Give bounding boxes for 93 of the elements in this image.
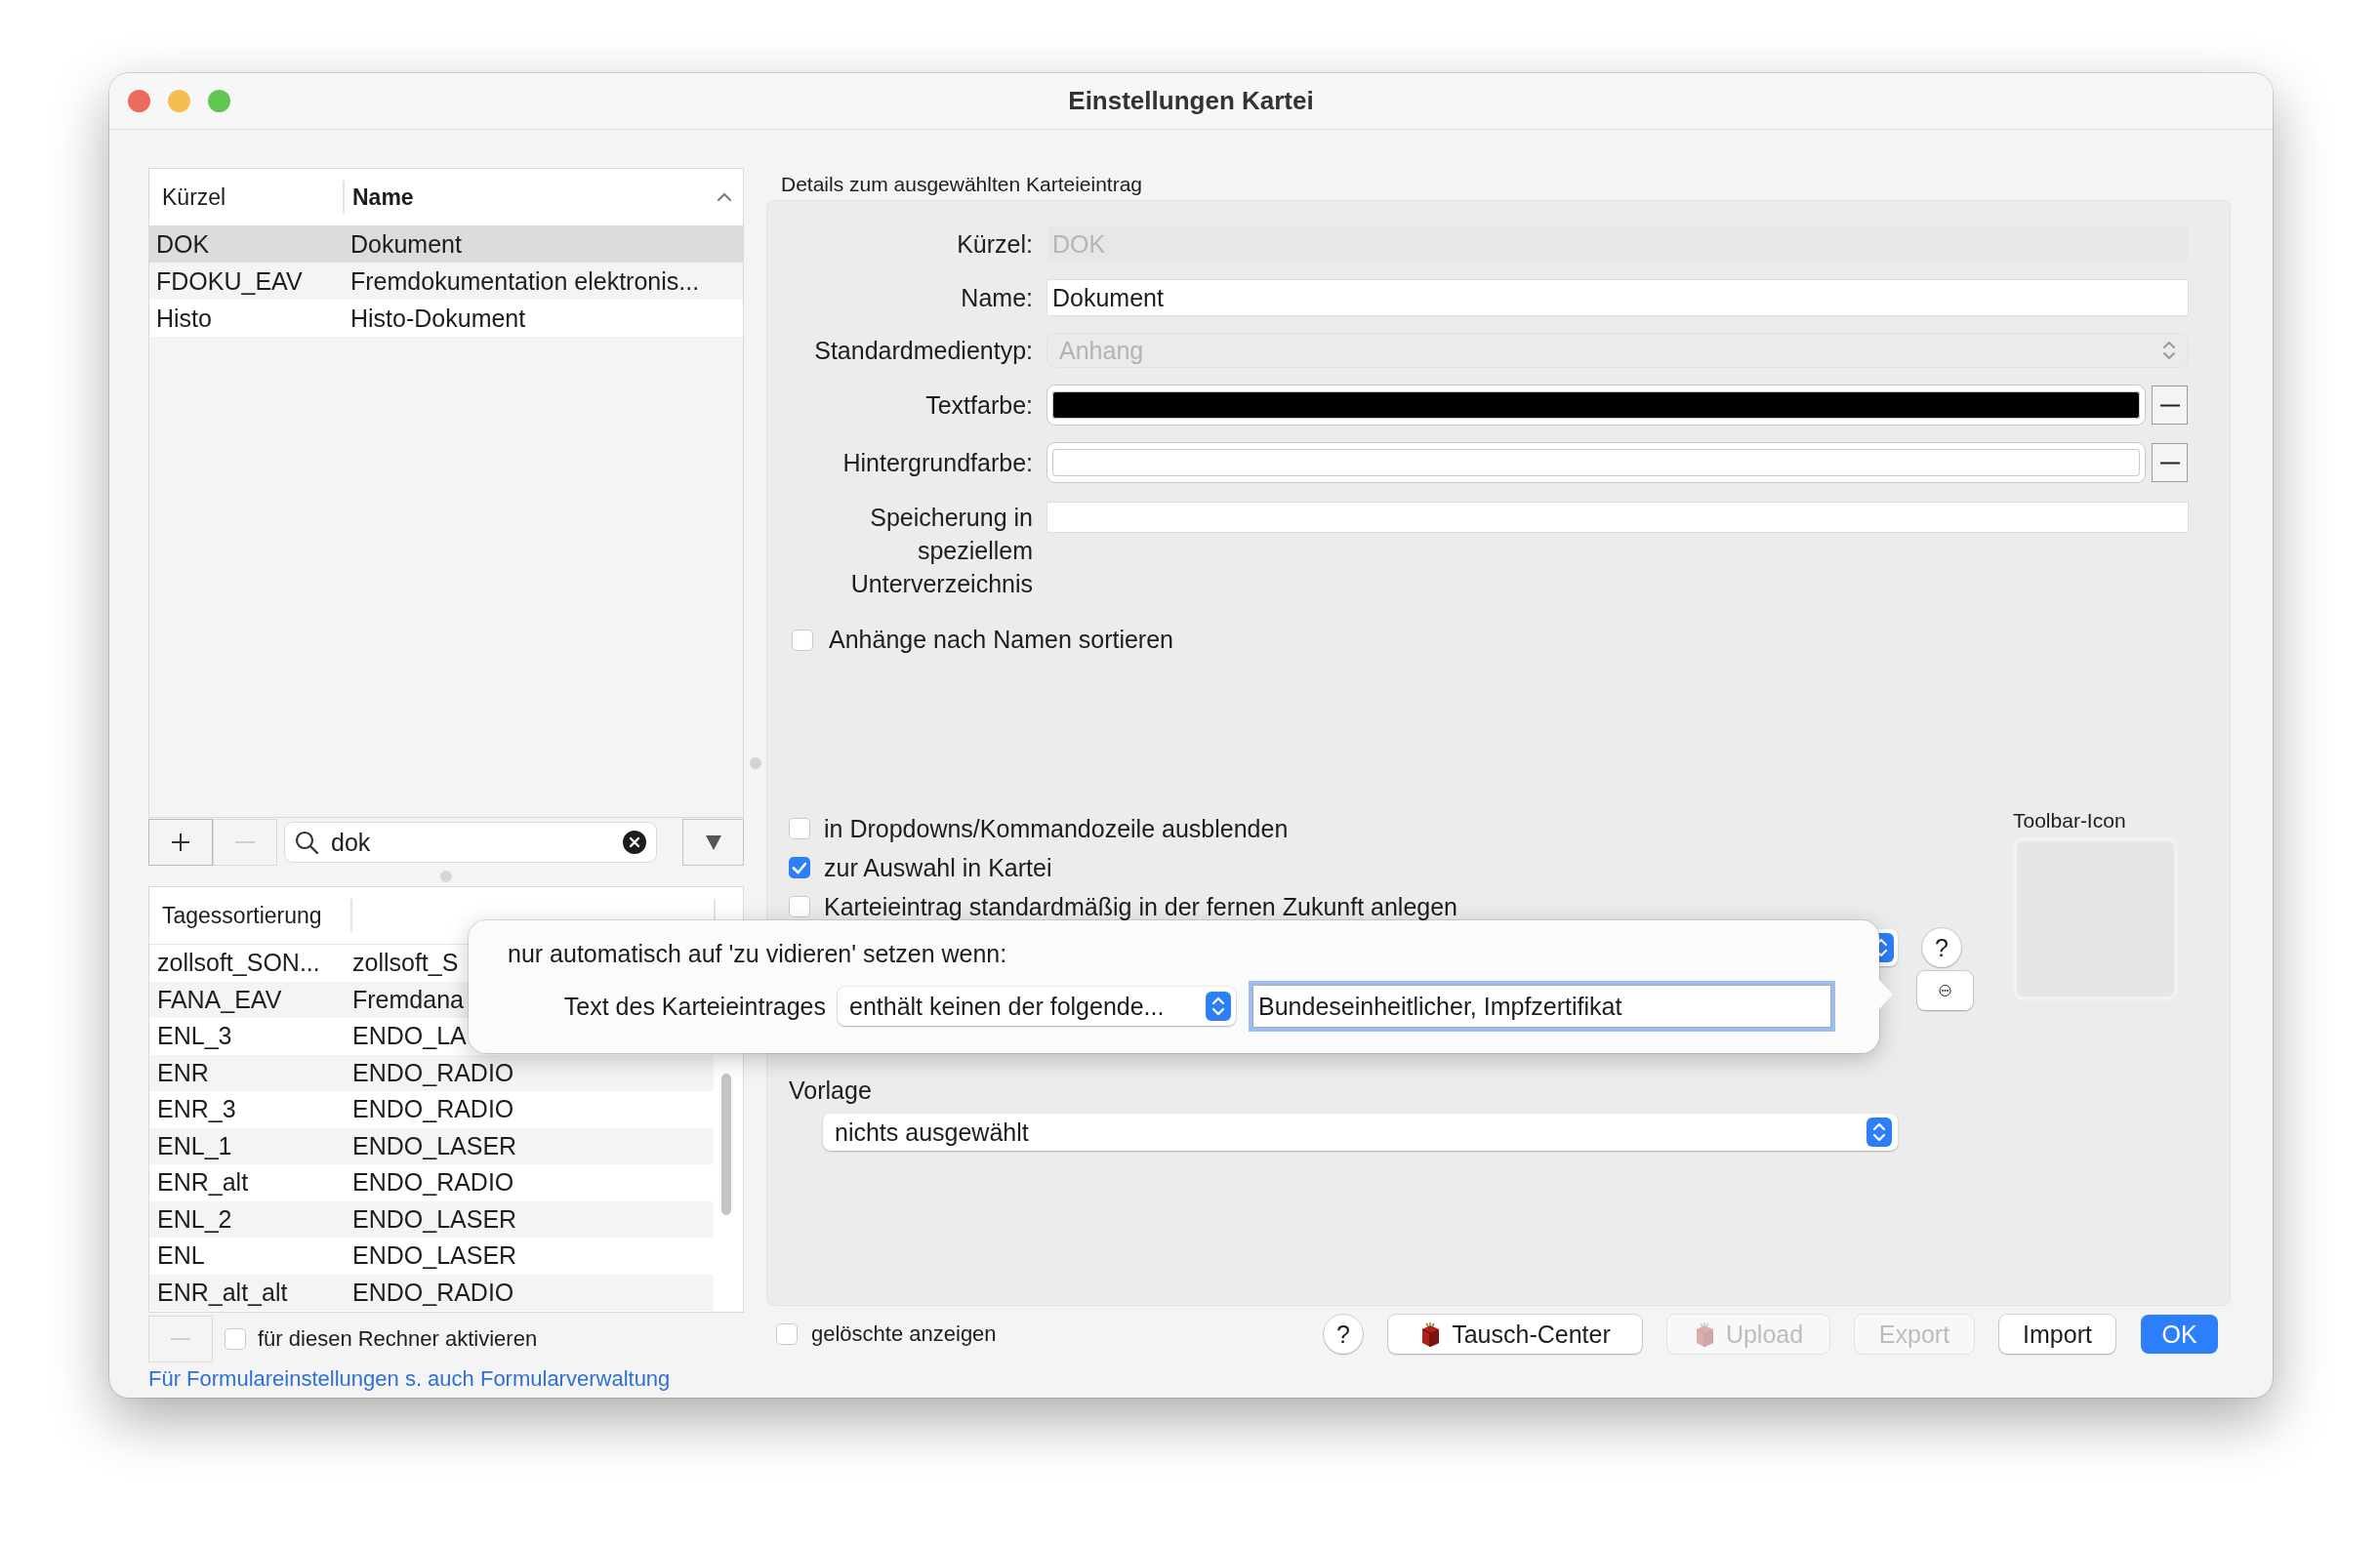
triangle-icon (704, 833, 722, 851)
table-cell-text: ENDO_RADIO (351, 1058, 514, 1087)
table-cell-text: ENDO_RADIO (351, 1095, 514, 1124)
table-cell-text: Fremdana (351, 985, 464, 1014)
table-row[interactable]: ENL_1 ENDO_LASER (149, 1127, 714, 1164)
table-row[interactable]: ENL_2 ENDO_LASER (149, 1200, 714, 1238)
text-field[interactable] (1047, 503, 2188, 532)
button[interactable]: OK (2141, 1315, 2218, 1354)
minus-icon (169, 1337, 192, 1341)
table-cell-text: ENDO_LASER (351, 1131, 517, 1160)
field-label: Hintergrundfarbe: (841, 448, 1033, 478)
table-cell-text: zollsoft_SON... (156, 949, 321, 978)
table-cell-text: Dokument (349, 229, 462, 259)
link[interactable]: Für Formulareinstellungen s. auch Formularverwaltung (148, 1365, 744, 1393)
checkbox[interactable] (792, 629, 813, 651)
checkbox[interactable] (776, 1323, 798, 1345)
search-field[interactable]: dok (285, 823, 656, 862)
field-label: Speicherung in speziellem Unterverzeichnis (849, 503, 1033, 599)
checkbox-label: in Dropdowns/Kommandozeile ausblenden (824, 814, 1289, 843)
help-button[interactable]: ? (1324, 1315, 1363, 1354)
field-label: Kürzel: (956, 229, 1033, 260)
checkbox[interactable] (789, 896, 810, 917)
checkbox-label: Anhänge nach Namen sortieren (829, 626, 1173, 654)
remove-color-button[interactable] (2152, 386, 2188, 425)
field-label: Vorlage (789, 1077, 873, 1106)
checkbox-label: zur Auswahl in Kartei (824, 853, 1052, 882)
table-cell-text: ENDO_LASER (351, 1204, 517, 1234)
window-title: Einstellungen Kartei (1068, 86, 1314, 116)
color-well[interactable] (1047, 386, 2145, 425)
table-cell-text: ENDO_RADIO (351, 1168, 514, 1198)
column-header[interactable]: Name (345, 169, 743, 225)
help-button[interactable]: ? (1922, 928, 1961, 967)
checkbox-label: für diesen Rechner aktivieren (258, 1326, 538, 1352)
table-row[interactable]: Histo Histo-Dokument (149, 300, 743, 337)
table-row[interactable]: DOK Dokument (149, 225, 743, 263)
field-label: Standardmedientyp: (813, 336, 1033, 366)
table-cell-text: ENR_3 (156, 1095, 237, 1124)
plus-icon (170, 832, 191, 853)
column-header[interactable]: Tagessortierung (149, 899, 352, 932)
checkbox-label: Karteieintrag standardmäßig in der fernen Zukunft anlegen (824, 892, 1457, 921)
stepper-icon (1867, 1117, 1892, 1147)
table-cell-text: ENDO_LASER (351, 1241, 517, 1271)
search-icon (295, 830, 319, 855)
checkbox-label: gelöschte anzeigen (811, 1321, 997, 1347)
minimize-button[interactable] (168, 90, 190, 112)
dropdown[interactable]: nichts ausgewählt (823, 1114, 1898, 1151)
minus-icon (233, 840, 257, 844)
scrollbar-thumb[interactable] (721, 1074, 731, 1215)
minus-icon (2159, 461, 2180, 465)
color-well[interactable] (1047, 443, 2145, 482)
table-row[interactable]: ENR ENDO_RADIO (149, 1054, 714, 1091)
table-cell-text: Histo (155, 304, 213, 333)
table-cell-text: DOK (155, 229, 211, 259)
minus-icon (2159, 403, 2180, 407)
checkbox[interactable] (789, 818, 810, 839)
table-cell-text: ENL_2 (156, 1204, 233, 1234)
table-cell-text: ENR (156, 1058, 210, 1087)
clear-button[interactable] (623, 831, 646, 854)
sort-caret-icon (716, 190, 733, 204)
group-title: Details zum ausgewählten Karteieintrag (780, 172, 1144, 197)
table-cell-text: ENR_alt (156, 1168, 250, 1198)
dropdown[interactable]: enthält keinen der folgende... (838, 987, 1236, 1026)
table-cell-text: ENDO_RADIO (351, 1278, 514, 1307)
table-cell-text: ENDO_LA (351, 1022, 467, 1051)
table-cell-text: Histo-Dokument (349, 304, 526, 333)
table-cell-text: FDOKU_EAV (155, 266, 304, 296)
table-cell-text: ENL_3 (156, 1022, 233, 1051)
table-cell-text: ENL_1 (156, 1131, 233, 1160)
column-header[interactable]: Kürzel (149, 181, 345, 214)
table-cell-text: zollsoft_S (351, 949, 459, 978)
stepper-icon (1206, 992, 1231, 1021)
button[interactable]: Import (1999, 1315, 2115, 1354)
field-label: Toolbar-Icon (2013, 809, 2127, 833)
add-button[interactable] (148, 819, 213, 866)
text-field[interactable]: Dokument (1047, 280, 2188, 315)
checkbox[interactable] (225, 1328, 246, 1350)
field-label: Textfarbe: (924, 390, 1033, 421)
table-row[interactable]: ENR_alt_alt ENDO_RADIO (149, 1274, 714, 1311)
table-cell-text: Fremdokumentation elektronis... (349, 266, 700, 296)
field-label: Name: (960, 283, 1033, 313)
table-cell-text: ENR_alt_alt (156, 1278, 289, 1307)
checkbox[interactable] (789, 857, 810, 878)
popover-title: nur automatisch auf 'zu vidieren' setzen wenn: (508, 938, 1008, 969)
remove-color-button[interactable] (2152, 443, 2188, 482)
button[interactable]: Tausch-Center (1388, 1315, 1642, 1354)
zoom-button[interactable] (208, 90, 230, 112)
more-button[interactable] (1917, 971, 1973, 1010)
filter-button[interactable] (682, 819, 744, 866)
close-button[interactable] (128, 90, 150, 112)
splitter-handle[interactable] (749, 757, 761, 769)
splitter-handle[interactable] (440, 871, 452, 882)
table-cell-text: ENL (156, 1241, 206, 1271)
table-cell-text: FANA_EAV (156, 985, 283, 1014)
